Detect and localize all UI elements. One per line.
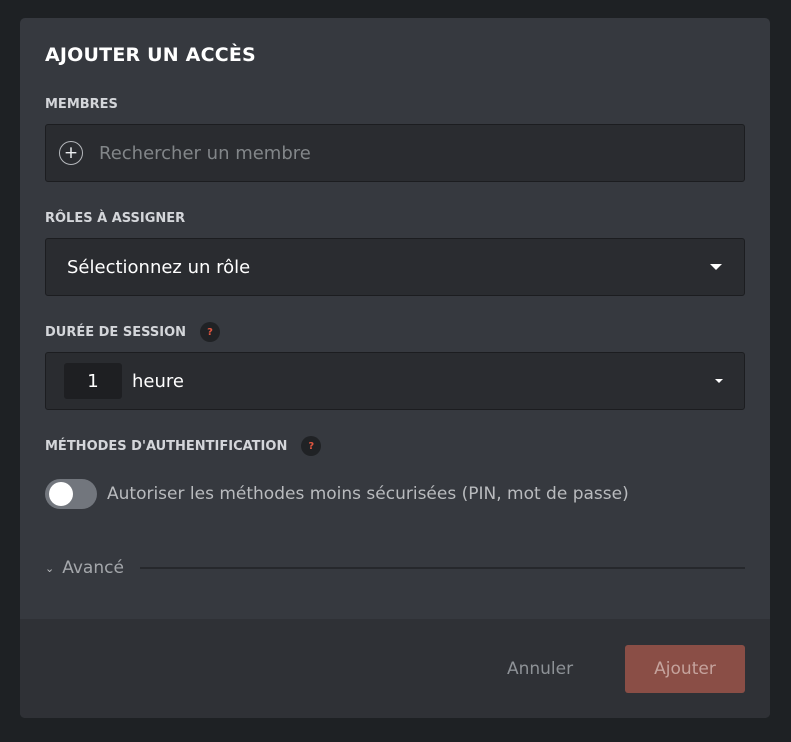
add-button[interactable]: Ajouter [625,645,745,693]
session-duration-select[interactable]: 1 heure [45,352,745,410]
role-select[interactable]: Sélectionnez un rôle [45,238,745,296]
session-duration-value[interactable]: 1 [64,363,122,399]
dialog-footer: Annuler Ajouter [20,619,770,718]
session-duration-unit: heure [132,370,184,392]
members-label: MEMBRES [45,97,118,112]
auth-methods-label-text: MÉTHODES D'AUTHENTIFICATION [45,438,288,454]
plus-circle-icon: + [59,141,83,165]
divider [139,567,745,569]
add-access-dialog: AJOUTER UN ACCÈS MEMBRES + RÔLES À ASSIG… [20,18,770,718]
advanced-label: Avancé [62,558,124,578]
session-duration-label: DURÉE DE SESSION ? [45,322,220,342]
advanced-section-toggle[interactable]: ⌄ Avancé [45,558,745,578]
cancel-button[interactable]: Annuler [490,645,590,693]
auth-methods-label: MÉTHODES D'AUTHENTIFICATION ? [45,436,322,456]
toggle-knob [49,482,73,506]
members-label-text: MEMBRES [45,97,118,112]
chevron-down-icon [715,379,723,383]
member-search-field[interactable]: + [45,124,745,182]
less-secure-methods-toggle[interactable] [45,479,97,509]
dialog-title: AJOUTER UN ACCÈS [45,44,256,66]
roles-label: RÔLES À ASSIGNER [45,211,185,226]
session-duration-label-text: DURÉE DE SESSION [45,324,186,340]
less-secure-methods-label: Autoriser les méthodes moins sécurisées … [107,484,629,504]
chevron-down-icon [710,264,722,270]
role-select-value: Sélectionnez un rôle [67,256,251,278]
help-icon[interactable]: ? [200,322,220,342]
help-icon[interactable]: ? [301,436,322,456]
less-secure-methods-row: Autoriser les méthodes moins sécurisées … [45,479,629,509]
chevron-down-icon: ⌄ [45,561,55,575]
member-search-input[interactable] [97,141,701,165]
roles-label-text: RÔLES À ASSIGNER [45,211,186,226]
